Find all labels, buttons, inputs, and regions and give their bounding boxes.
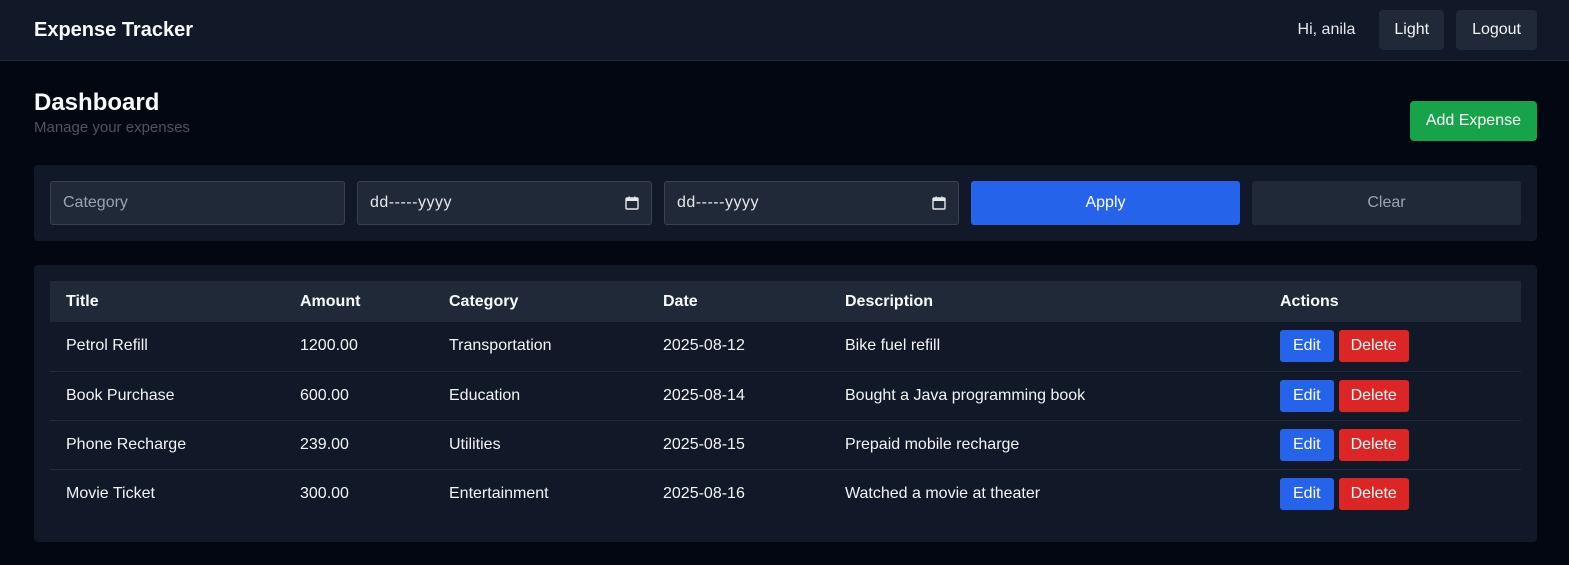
navbar-actions: Hi, anila Light Logout	[1298, 10, 1537, 50]
cell-title: Phone Recharge	[50, 420, 284, 470]
calendar-icon[interactable]	[625, 196, 639, 210]
table-row: Petrol Refill 1200.00 Transportation 202…	[50, 322, 1521, 372]
cell-title: Movie Ticket	[66, 484, 155, 502]
logout-button[interactable]: Logout	[1456, 10, 1537, 50]
cell-date: 2025-08-16	[663, 484, 745, 502]
app-brand[interactable]: Expense Tracker	[34, 19, 193, 42]
table-header-row: Title Amount Category Date Description A…	[50, 281, 1521, 322]
filter-bar: dd-----yyyy dd-----yyyy Apply Clear	[34, 165, 1537, 241]
page-title: Dashboard	[34, 89, 160, 116]
column-header-title: Title	[66, 292, 99, 310]
cell-title: Petrol Refill	[50, 322, 284, 372]
cell-category: Utilities	[433, 420, 647, 470]
cell-actions: Edit Delete	[1264, 420, 1521, 470]
table-row: Movie Ticket 300.00 Entertainment 2025-0…	[50, 469, 1521, 518]
delete-button[interactable]: Delete	[1338, 379, 1409, 412]
column-header-amount: Amount	[300, 292, 361, 310]
from-date-value: dd-----yyyy	[370, 194, 452, 211]
to-date-value: dd-----yyyy	[677, 194, 759, 211]
cell-date: 2025-08-14	[647, 371, 829, 421]
edit-button[interactable]: Edit	[1280, 428, 1334, 461]
column-header-description: Description	[845, 292, 934, 310]
cell-description: Prepaid mobile recharge	[829, 420, 1264, 470]
cell-category: Transportation	[433, 322, 647, 372]
clear-filter-button[interactable]: Clear	[1252, 181, 1521, 225]
from-date-field[interactable]: dd-----yyyy	[357, 181, 652, 225]
page-subtitle: Manage your expenses	[34, 119, 190, 136]
cell-description: Bike fuel refill	[829, 322, 1264, 372]
column-header-actions: Actions	[1280, 292, 1339, 310]
cell-title: Book Purchase	[50, 371, 284, 421]
navbar: Expense Tracker Hi, anila Light Logout	[0, 0, 1569, 61]
expense-table: Title Amount Category Date Description A…	[50, 281, 1521, 518]
apply-filter-button[interactable]: Apply	[971, 181, 1240, 225]
edit-button[interactable]: Edit	[1280, 330, 1334, 363]
cell-category: Entertainment	[449, 484, 549, 502]
cell-amount: 1200.00	[284, 322, 433, 372]
calendar-icon[interactable]	[932, 196, 946, 210]
edit-button[interactable]: Edit	[1280, 477, 1334, 510]
page-header: Dashboard Manage your expenses Add Expen…	[34, 61, 1537, 165]
cell-description: Watched a movie at theater	[845, 484, 1041, 502]
delete-button[interactable]: Delete	[1338, 477, 1409, 510]
cell-description: Bought a Java programming book	[829, 371, 1264, 421]
user-greeting: Hi, anila	[1297, 21, 1356, 38]
cell-actions: Edit Delete	[1264, 371, 1521, 421]
cell-category: Education	[433, 371, 647, 421]
edit-button[interactable]: Edit	[1280, 379, 1334, 412]
cell-actions: Edit Delete	[1264, 469, 1521, 518]
cell-amount: 600.00	[284, 371, 433, 421]
table-row: Phone Recharge 239.00 Utilities 2025-08-…	[50, 420, 1521, 470]
cell-amount: 239.00	[284, 420, 433, 470]
cell-actions: Edit Delete	[1264, 322, 1521, 372]
delete-button[interactable]: Delete	[1338, 330, 1409, 363]
main-content: Dashboard Manage your expenses Add Expen…	[0, 61, 1569, 542]
add-expense-button[interactable]: Add Expense	[1409, 101, 1537, 141]
cell-amount: 300.00	[300, 484, 349, 502]
cell-date: 2025-08-15	[647, 420, 829, 470]
category-filter[interactable]	[50, 181, 345, 225]
category-filter-input[interactable]	[63, 194, 332, 212]
to-date-field[interactable]: dd-----yyyy	[664, 181, 959, 225]
expense-table-card: Title Amount Category Date Description A…	[34, 265, 1537, 542]
theme-toggle-button[interactable]: Light	[1379, 10, 1445, 50]
column-header-date: Date	[663, 292, 698, 310]
column-header-category: Category	[449, 292, 519, 310]
table-row: Book Purchase 600.00 Education 2025-08-1…	[50, 371, 1521, 421]
page-heading: Dashboard Manage your expenses	[34, 89, 190, 137]
delete-button[interactable]: Delete	[1338, 428, 1409, 461]
cell-date: 2025-08-12	[647, 322, 829, 372]
